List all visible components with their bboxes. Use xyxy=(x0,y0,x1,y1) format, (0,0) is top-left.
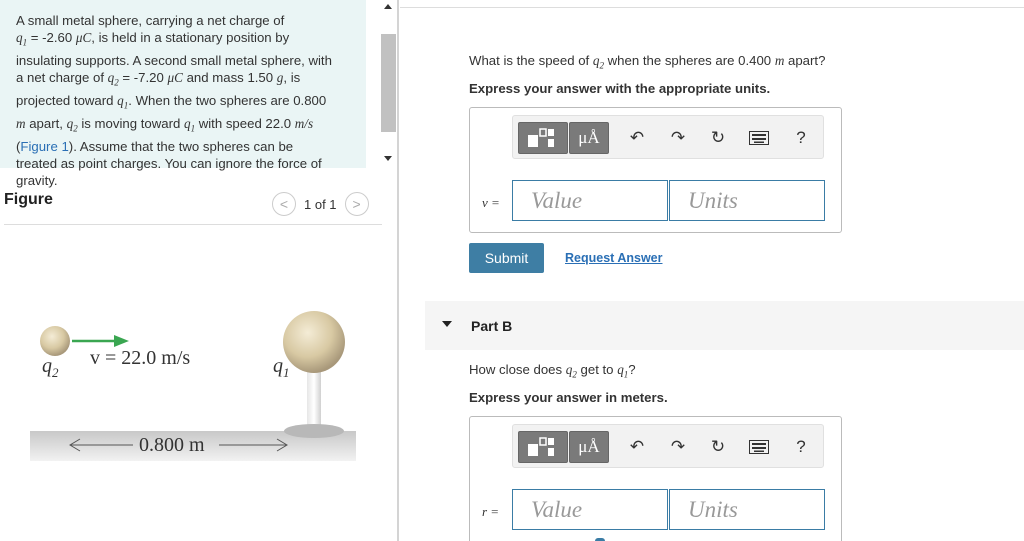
problem-line: (Figure 1). Assume that the two spheres … xyxy=(16,138,294,154)
redo-icon[interactable]: ↷ xyxy=(668,128,688,148)
submit-button[interactable]: Submit xyxy=(469,243,544,273)
reset-icon[interactable]: ↻ xyxy=(708,128,728,148)
template-icon xyxy=(528,437,554,456)
part-a-answer-box: μÅ ↶ ↷ ↻ ? v = Value Units xyxy=(469,107,842,233)
figure-heading: Figure xyxy=(4,191,53,208)
figure-velocity-label: v = 22.0 m/s xyxy=(90,347,191,369)
figure-label-q2: q2 xyxy=(42,355,59,380)
problem-line: insulating supports. A second small meta… xyxy=(16,53,332,69)
problem-line: m apart, q2 is moving toward q1 with spe… xyxy=(16,115,314,134)
part-a-toolbar: μÅ ↶ ↷ ↻ ? xyxy=(512,115,824,159)
help-button[interactable]: ? xyxy=(791,437,811,457)
redo-icon[interactable]: ↷ xyxy=(668,437,688,457)
part-b-toolbar: μÅ ↶ ↷ ↻ ? xyxy=(512,424,824,468)
scroll-up-icon[interactable] xyxy=(384,4,392,9)
templates-button[interactable] xyxy=(518,431,568,463)
units-symbols-button[interactable]: μÅ xyxy=(569,431,609,463)
part-a-units-field[interactable]: Units xyxy=(669,180,825,221)
figure-divider xyxy=(4,224,382,225)
part-b-title: Part B xyxy=(471,318,513,334)
problem-statement: A small metal sphere, carrying a net cha… xyxy=(0,0,366,188)
part-b-units-field[interactable]: Units xyxy=(669,489,825,530)
part-b-answer-box: μÅ ↶ ↷ ↻ ? r = Value Units xyxy=(469,416,842,541)
figure-illustration: q2 v = 22.0 m/s q1 0.800 m xyxy=(0,300,380,470)
reset-icon[interactable]: ↻ xyxy=(708,437,728,457)
part-b-header[interactable]: Part B xyxy=(425,301,1024,350)
top-divider xyxy=(400,7,1024,8)
template-icon xyxy=(528,128,554,147)
part-a-question: What is the speed of q2 when the spheres… xyxy=(469,53,826,71)
figure-distance-label: 0.800 m xyxy=(139,434,205,456)
collapse-caret-icon[interactable] xyxy=(442,321,452,327)
part-b-variable: r = xyxy=(482,504,500,519)
problem-line: q1 = -2.60 μC, is held in a stationary p… xyxy=(16,30,290,48)
help-button[interactable]: ? xyxy=(791,128,811,148)
part-b-question: How close does q2 get to q1? xyxy=(469,362,636,380)
part-a-instruction: Express your answer with the appropriate… xyxy=(469,81,771,96)
part-a-variable: v = xyxy=(482,195,500,210)
part-a-value-field[interactable]: Value xyxy=(512,180,668,221)
units-symbols-button[interactable]: μÅ xyxy=(569,122,609,154)
problem-line: gravity. xyxy=(16,173,58,189)
undo-icon[interactable]: ↶ xyxy=(627,128,647,148)
part-b-instruction: Express your answer in meters. xyxy=(469,390,668,405)
keyboard-icon[interactable] xyxy=(749,128,769,148)
velocity-arrowhead xyxy=(114,335,129,347)
problem-line: treated as point charges. You can ignore… xyxy=(16,155,322,171)
figure-label-q1: q1 xyxy=(273,355,290,380)
sphere-q1 xyxy=(283,311,345,373)
figure-page-indicator: 1 of 1 xyxy=(304,196,337,212)
problem-line: a net charge of q2 = -7.20 μC and mass 1… xyxy=(16,70,301,88)
next-figure-button[interactable]: > xyxy=(344,192,369,216)
prev-figure-button[interactable]: < xyxy=(272,192,296,216)
scroll-down-icon[interactable] xyxy=(384,156,392,161)
figure-pager: < 1 of 1 > xyxy=(272,192,369,216)
part-b-value-field[interactable]: Value xyxy=(512,489,668,530)
keyboard-icon[interactable] xyxy=(749,437,769,457)
problem-line: A small metal sphere, carrying a net cha… xyxy=(16,13,285,28)
scroll-thumb[interactable] xyxy=(381,34,396,132)
problem-scrollbar[interactable] xyxy=(380,0,397,168)
templates-button[interactable] xyxy=(518,122,568,154)
undo-icon[interactable]: ↶ xyxy=(627,437,647,457)
support-base xyxy=(284,424,344,438)
problem-line: projected toward q1. When the two sphere… xyxy=(16,93,327,111)
figure-link[interactable]: Figure 1 xyxy=(20,139,68,154)
pane-divider xyxy=(397,0,399,541)
sphere-q2 xyxy=(40,326,70,356)
request-answer-link[interactable]: Request Answer xyxy=(565,251,662,265)
